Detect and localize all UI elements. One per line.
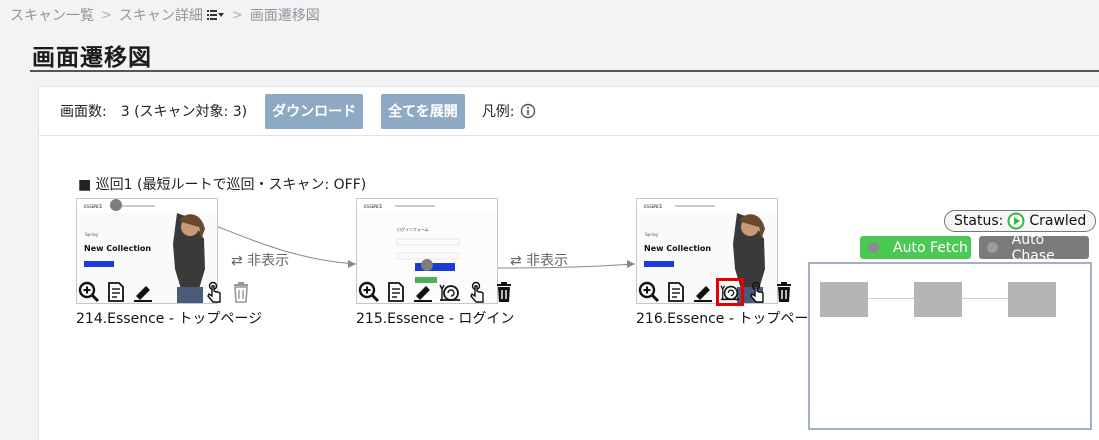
document-icon[interactable] [664,280,688,304]
status-label: Status: [954,213,1004,229]
thumb-brand: ESSENCE [364,204,383,209]
thumb-heading: New Collection [644,244,711,253]
breadcrumb-current: 画面遷移図 [249,8,320,24]
click-hand-icon[interactable] [465,280,489,304]
thumb-sub: Spring [85,232,98,237]
zoom-in-icon[interactable] [637,280,661,304]
click-hand-icon[interactable] [202,280,226,304]
node-label: 215.Essence - ログイン [356,311,515,327]
toggle-dot-icon [987,242,998,253]
breadcrumb-separator-icon: > [101,7,112,23]
minimap-node [914,282,962,317]
toggle-dot-icon [868,242,879,253]
edge-label[interactable]: ⇄ 非表示 [510,250,568,270]
node-label: 214.Essence - トップページ [76,311,263,327]
minimap[interactable] [808,262,1092,430]
zoom-in-icon[interactable] [77,280,101,304]
delete-icon[interactable] [492,280,516,304]
click-hand-icon[interactable] [745,280,769,304]
auto-fetch-label: Auto Fetch [893,239,968,256]
drag-handle[interactable] [110,199,122,211]
node-label: 216.Essence - トップページ [636,311,823,327]
edit-icon[interactable] [411,280,435,304]
minimap-edge [868,298,916,299]
document-icon[interactable] [104,280,128,304]
list-dropdown-icon[interactable] [206,9,225,21]
delete-icon[interactable] [772,280,796,304]
delete-icon[interactable] [229,280,253,304]
minimap-node [1008,282,1056,317]
thumb-brand: ESSENCE [84,204,103,209]
status-value: Crawled [1029,213,1087,229]
play-circle-icon [1007,212,1025,230]
node-actions [637,278,796,306]
zoom-in-icon[interactable] [357,280,381,304]
auto-chase-snail-icon[interactable] [438,280,462,304]
node-actions [77,279,253,305]
auto-chase-snail-icon[interactable] [716,278,744,306]
edge-label[interactable]: ⇄ 非表示 [231,250,289,270]
minimap-node [820,282,868,317]
thumb-heading: New Collection [84,244,151,253]
thumb-heading: ログインフォーム [397,226,429,232]
thumb-sub: Spring [645,232,658,237]
edit-icon[interactable] [691,280,715,304]
breadcrumb-separator-icon: > [231,7,243,23]
status-badge: Status: Crawled [944,210,1097,232]
document-icon[interactable] [384,280,408,304]
breadcrumb-scan-list[interactable]: スキャン一覧 [10,5,94,25]
edit-icon[interactable] [131,280,155,304]
thumb-brand: ESSENCE [644,204,663,209]
node-actions [357,279,516,305]
minimap-edge [962,298,1010,299]
breadcrumb: スキャン一覧 > スキャン詳細 > 画面遷移図 [10,5,320,25]
page-title: 画面遷移図 [32,45,152,71]
drag-handle[interactable] [421,259,433,271]
auto-chase-button[interactable]: Auto Chase [979,232,1089,264]
breadcrumb-scan-detail[interactable]: スキャン詳細 [119,5,203,25]
auto-fetch-button[interactable]: Auto Fetch [860,236,971,259]
title-bar: 画面遷移図 [30,30,1099,72]
auto-chase-label: Auto Chase [1011,231,1055,264]
